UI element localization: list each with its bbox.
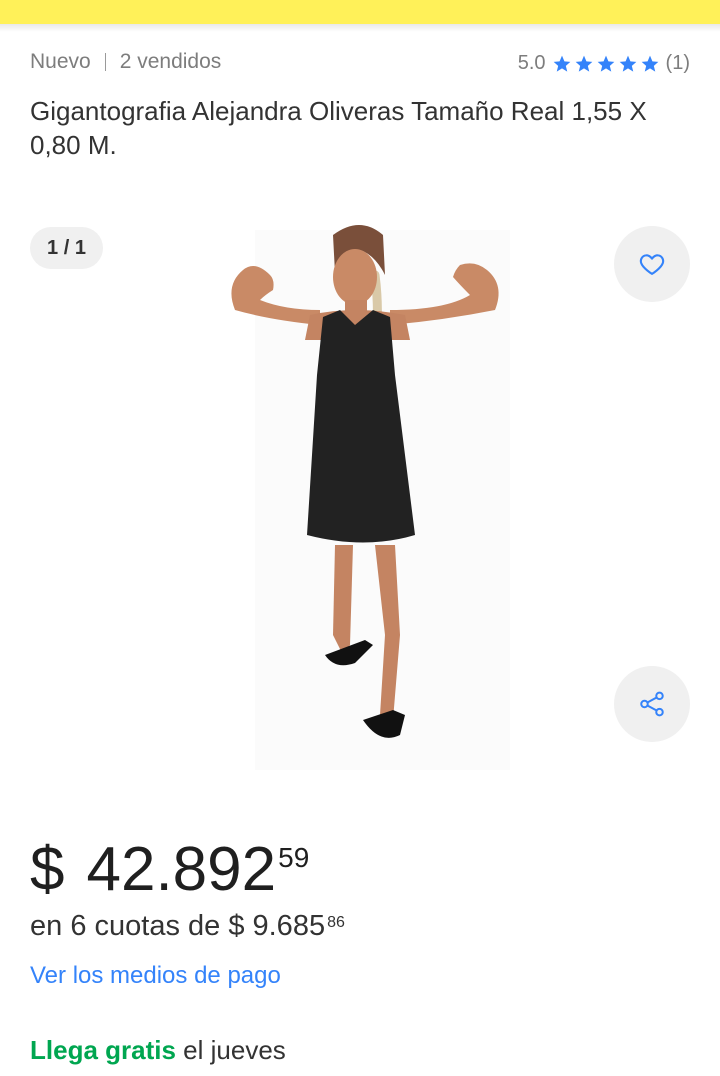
star-icon <box>553 55 570 72</box>
price-cents: 59 <box>278 842 310 873</box>
star-icon <box>641 55 658 72</box>
installments: en 6 cuotas de $ 9.685 86 <box>30 910 345 943</box>
shipping-info: Llega gratis el jueves <box>30 1035 286 1066</box>
star-icon <box>619 55 636 72</box>
condition-label: Nuevo <box>30 50 91 73</box>
installments-text: en 6 cuotas de $ 9.685 <box>30 910 326 942</box>
top-bar <box>0 0 720 24</box>
payment-methods-link[interactable]: Ver los medios de pago <box>30 962 281 990</box>
price-integer: 42.892 <box>86 835 277 904</box>
meta-divider <box>104 53 106 71</box>
share-icon <box>640 691 664 717</box>
price-currency: $ <box>30 835 65 904</box>
star-icon <box>597 55 614 72</box>
free-shipping-label: Llega gratis <box>30 1035 176 1065</box>
top-bar-shadow <box>0 24 720 32</box>
price: $ 42.892 59 <box>30 832 309 908</box>
star-icon <box>575 55 592 72</box>
heart-icon <box>639 254 665 275</box>
rating-score: 5.0 <box>517 52 546 74</box>
product-meta: Nuevo 2 vendidos <box>30 50 221 74</box>
favorite-button[interactable] <box>614 226 690 302</box>
delivery-day: el jueves <box>175 1035 286 1065</box>
product-title: Gigantografia Alejandra Oliveras Tamaño … <box>30 96 647 160</box>
installments-cents: 86 <box>327 914 345 931</box>
rating-summary[interactable]: 5.0 (1) <box>518 52 690 75</box>
rating-count: (1) <box>665 52 690 74</box>
image-counter: 1 / 1 <box>30 227 103 269</box>
rating-stars <box>552 54 660 74</box>
sold-count: 2 vendidos <box>119 50 222 73</box>
product-image[interactable] <box>215 215 515 775</box>
share-button[interactable] <box>614 666 690 742</box>
